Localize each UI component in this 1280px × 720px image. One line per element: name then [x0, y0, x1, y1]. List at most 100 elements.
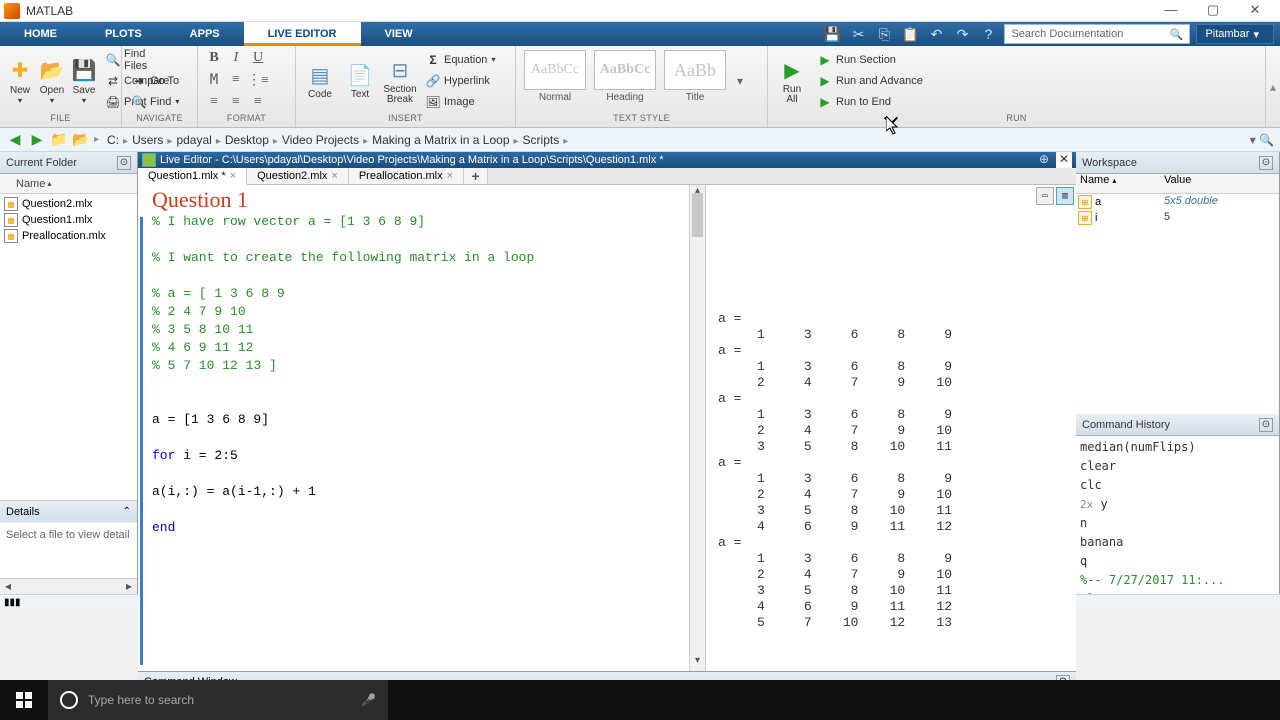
forward-button[interactable]: ▶ [28, 131, 46, 149]
workspace-columns[interactable]: Name ▴Value [1076, 174, 1279, 194]
code-line[interactable]: a = [1 3 6 8 9] [152, 411, 689, 429]
style-expand[interactable]: ▾ [732, 74, 748, 88]
history-item[interactable]: %-- 7/27/2017 11:... [1080, 571, 1275, 590]
horizontal-scrollbar[interactable]: ◂▸ [0, 578, 137, 594]
back-button[interactable]: ◀ [6, 131, 24, 149]
tab-plots[interactable]: PLOTS [81, 22, 166, 46]
open-button[interactable]: 📂Open▾ [38, 50, 66, 112]
mic-icon[interactable]: 🎤 [361, 693, 376, 707]
code-button[interactable]: ▤Code [302, 50, 338, 112]
breadcrumb-segment[interactable]: Users [128, 133, 167, 147]
editor-tab[interactable]: Question1.mlx *× [138, 168, 247, 185]
code-line[interactable] [152, 429, 689, 447]
style-normal[interactable]: AaBbCc [524, 50, 586, 90]
sectionbreak-button[interactable]: ⊟Section Break [382, 50, 418, 112]
hyperlink-button[interactable]: 🔗Hyperlink [422, 71, 499, 91]
align-center-button[interactable]: ≡ [226, 92, 246, 112]
goto-button[interactable]: ➜Go To [128, 71, 183, 91]
equation-button[interactable]: ΣEquation▾ [422, 50, 499, 70]
close-tab-icon[interactable]: × [230, 170, 236, 182]
code-line[interactable] [152, 501, 689, 519]
panel-menu-icon[interactable]: ⊙ [117, 156, 131, 170]
close-tab-icon[interactable]: × [331, 170, 337, 182]
code-pane[interactable]: Question 1 % I have row vector a = [1 3 … [138, 185, 689, 671]
breadcrumb-segment[interactable]: Desktop [221, 133, 273, 147]
code-line[interactable] [152, 393, 689, 411]
user-menu[interactable]: Pitambar▾ [1196, 24, 1274, 44]
workspace-header[interactable]: Workspace⊙ [1076, 152, 1279, 174]
cmdhist-header[interactable]: Command History⊙ [1076, 414, 1279, 436]
code-line[interactable]: a(i,:) = a(i-1,:) + 1 [152, 483, 689, 501]
breadcrumb-segment[interactable]: Video Projects [278, 133, 363, 147]
path-search-button[interactable]: ▾ 🔍 [1250, 133, 1274, 147]
code-line[interactable] [152, 465, 689, 483]
editor-tab[interactable]: Question2.mlx× [247, 168, 349, 184]
undo-icon[interactable]: ↶ [926, 24, 946, 44]
runsection-button[interactable]: ▶Run Section [814, 50, 927, 70]
code-line[interactable]: % a = [ 1 3 6 8 9 [152, 285, 689, 303]
code-line[interactable]: % 5 7 10 12 13 ] [152, 357, 689, 375]
close-tab-icon[interactable]: × [447, 170, 453, 182]
breadcrumb-segment[interactable]: pdayal [172, 133, 215, 147]
italic-button[interactable]: I [226, 48, 246, 68]
code-line[interactable]: % I have row vector a = [1 3 6 8 9] [152, 213, 689, 231]
start-button[interactable] [0, 680, 48, 720]
history-item[interactable]: median(numFlips) [1080, 438, 1275, 457]
code-scrollbar[interactable]: ▴▾ [689, 185, 705, 671]
restore-editor-icon[interactable]: ⊕ [1036, 152, 1052, 168]
file-column-header[interactable]: Name▴ [0, 174, 137, 194]
save-button[interactable]: 💾Save▾ [70, 50, 98, 112]
toolstrip-collapse[interactable]: ▴ [1266, 46, 1280, 127]
code-line[interactable] [152, 375, 689, 393]
history-item[interactable]: clear [1080, 457, 1275, 476]
copy-icon[interactable]: ⎘ [874, 24, 894, 44]
close-editor-icon[interactable]: ✕ [1056, 152, 1072, 168]
history-item[interactable]: 2x y [1080, 495, 1275, 514]
cut-icon[interactable]: ✂ [848, 24, 868, 44]
up-folder-button[interactable]: 📁 [50, 131, 68, 149]
paste-icon[interactable]: 📋 [900, 24, 920, 44]
runtoend-button[interactable]: ▶Run to End [814, 92, 927, 112]
file-item[interactable]: ▦Preallocation.mlx [0, 228, 137, 244]
output-right-toggle[interactable]: ▥ [1056, 187, 1074, 205]
text-button[interactable]: 📄Text [342, 50, 378, 112]
history-item[interactable]: clc [1080, 476, 1275, 495]
cmdhist-menu[interactable]: ⊙ [1259, 418, 1273, 432]
command-history[interactable]: median(numFlips)clearclc2x ynbananaq%-- … [1076, 436, 1279, 594]
taskbar-search[interactable]: Type here to search 🎤 [48, 680, 388, 720]
code-line[interactable] [152, 267, 689, 285]
number-list-button[interactable]: ⋮≡ [248, 70, 268, 90]
code-line[interactable]: for i = 2:5 [152, 447, 689, 465]
history-item[interactable]: n [1080, 514, 1275, 533]
breadcrumb-segment[interactable]: Making a Matrix in a Loop [368, 133, 513, 147]
file-item[interactable]: ▦Question1.mlx [0, 212, 137, 228]
output-inline-toggle[interactable]: ▭ [1036, 187, 1054, 205]
runall-button[interactable]: ▶Run All [774, 50, 810, 112]
code-line[interactable]: % 4 6 9 11 12 [152, 339, 689, 357]
runadvance-button[interactable]: ▶Run and Advance [814, 71, 927, 91]
image-button[interactable]: 🖼Image [422, 92, 499, 112]
history-item[interactable]: clear [1080, 590, 1275, 594]
workspace-menu[interactable]: ⊙ [1259, 156, 1273, 170]
align-right-button[interactable]: ≡ [248, 92, 268, 112]
close-button[interactable]: ✕ [1234, 0, 1276, 22]
style-heading[interactable]: AaBbCc [594, 50, 656, 90]
code-line[interactable]: end [152, 519, 689, 537]
current-folder-header[interactable]: Current Folder⊙ [0, 152, 137, 174]
mono-button[interactable]: M [204, 70, 224, 90]
align-left-button[interactable]: ≡ [204, 92, 224, 112]
search-documentation-input[interactable]: Search Documentation🔍 [1004, 24, 1190, 44]
workspace-variable[interactable]: ⊞i5 [1076, 210, 1279, 226]
style-title[interactable]: AaBb [664, 50, 726, 90]
new-button[interactable]: ✚New▾ [6, 50, 34, 112]
tab-home[interactable]: HOME [0, 22, 81, 46]
editor-tab[interactable]: Preallocation.mlx× [349, 168, 464, 184]
code-line[interactable] [152, 231, 689, 249]
bold-button[interactable]: B [204, 48, 224, 68]
file-item[interactable]: ▦Question2.mlx [0, 196, 137, 212]
breadcrumb-segment[interactable]: C: [103, 133, 123, 147]
history-item[interactable]: q [1080, 552, 1275, 571]
code-line[interactable]: % I want to create the following matrix … [152, 249, 689, 267]
code-line[interactable]: % 2 4 7 9 10 [152, 303, 689, 321]
code-line[interactable]: % 3 5 8 10 11 [152, 321, 689, 339]
